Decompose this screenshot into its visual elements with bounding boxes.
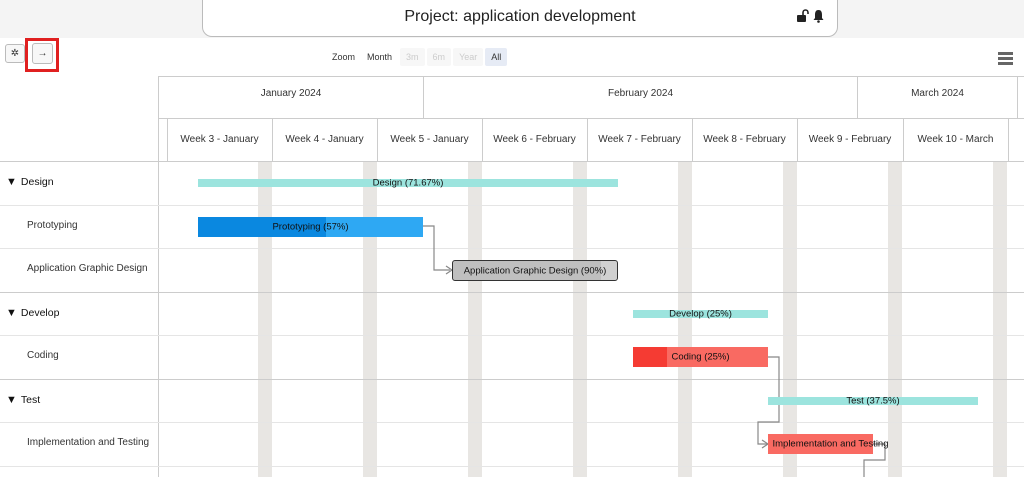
bar-label: Develop (25%) <box>669 308 732 320</box>
task-bar-design[interactable]: Design (71.67%) <box>198 177 618 189</box>
bar-label: Application Graphic Design (90%) <box>463 265 607 276</box>
task-bar-test[interactable]: Test (37.5%) <box>768 395 978 407</box>
task-bar-app-graphic-design[interactable]: Application Graphic Design (90%) <box>452 260 618 281</box>
task-bar-implementation[interactable]: Implementation and Testing <box>768 434 889 454</box>
bar-label: Prototyping (57%) <box>272 221 349 233</box>
task-bar-coding[interactable]: Coding (25%) <box>633 347 768 367</box>
bar-label: Coding (25%) <box>671 351 730 363</box>
bar-label: Design (71.67%) <box>372 177 444 189</box>
bar-label: Implementation and Testing <box>772 438 889 450</box>
task-bar-prototyping[interactable]: Prototyping (57%) <box>198 217 423 237</box>
task-bar-develop[interactable]: Develop (25%) <box>633 308 768 320</box>
bar-label: Test (37.5%) <box>846 395 900 407</box>
